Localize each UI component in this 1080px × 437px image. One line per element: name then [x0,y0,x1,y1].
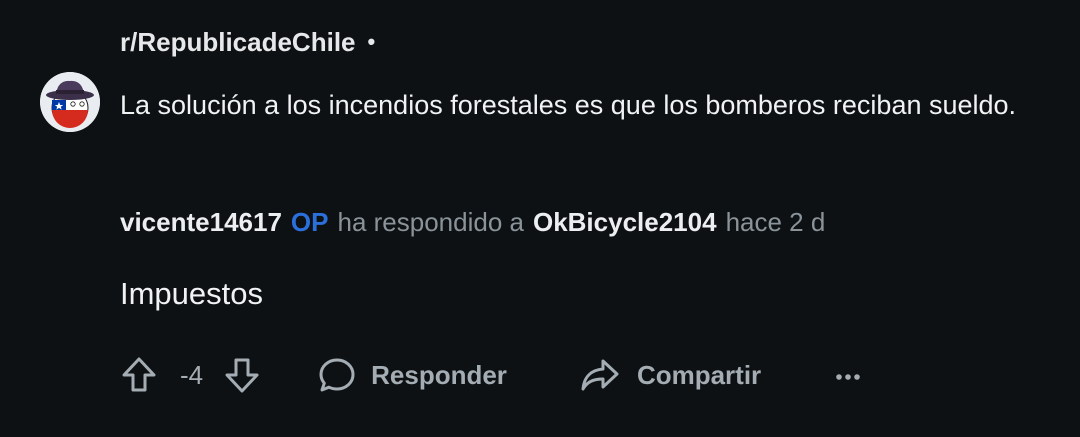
subreddit-header: r/RepublicadeChile • [120,24,375,60]
upvote-button[interactable] [120,355,158,395]
more-options-button[interactable] [833,355,863,395]
share-arrow-icon [581,359,619,391]
arrow-up-icon [122,357,156,392]
share-label: Compartir [636,359,762,390]
downvote-button[interactable] [223,355,261,395]
comment-author[interactable]: vicente14617 [120,207,282,238]
comment-meta: vicente14617 OP ha respondido a OkBicycl… [120,202,825,242]
share-button[interactable]: Compartir [579,355,761,395]
reply-button[interactable]: Responder [317,355,507,395]
subreddit-avatar[interactable] [40,72,100,132]
reply-label: Responder [371,359,507,390]
comment-body: Impuestos [120,276,264,311]
comment-timestamp: hace 2 d [725,206,826,237]
replied-to-text: ha respondido a [337,206,524,237]
post-title[interactable]: La solución a los incendios forestales e… [120,76,1040,135]
action-bar: -4 Responder Compartir [120,350,863,400]
parent-author[interactable]: OkBicycle2104 [533,207,717,238]
vote-score: -4 [180,359,204,390]
op-badge: OP [290,206,329,237]
chile-ball-hat-icon [40,72,100,132]
comment-card: r/RepublicadeChile • La solución a los i… [0,0,1080,437]
subreddit-name[interactable]: r/RepublicadeChile [120,27,356,58]
speech-bubble-icon [319,358,355,392]
ellipsis-icon [836,374,860,380]
separator-dot: • [367,29,376,54]
arrow-down-icon [225,358,259,393]
